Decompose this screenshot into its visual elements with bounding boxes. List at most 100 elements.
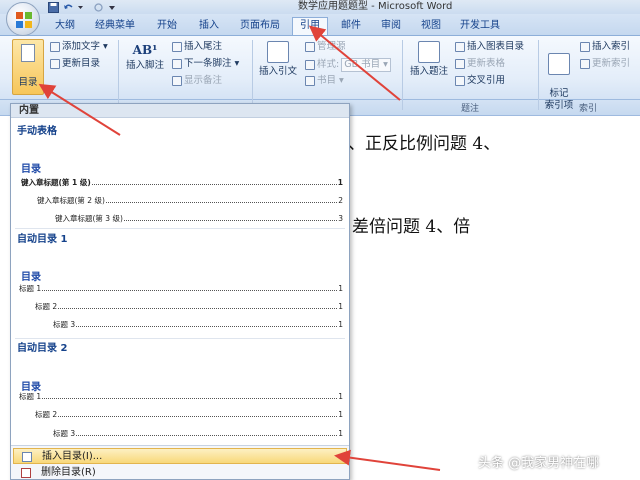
update-toc-label: 更新目录 [62, 58, 101, 69]
undo-dropdown-icon[interactable] [78, 2, 89, 13]
gallery-item-auto-toc-2[interactable]: 目录 标题 11 标题 21 标题 31 [13, 354, 347, 444]
toc-preview-line: 键入章标题(第 2 级) 2 [37, 196, 343, 205]
insert-toc-menu-item[interactable]: 插入目录(I)... [13, 448, 347, 464]
office-logo-icon [16, 12, 32, 28]
toc-preview-heading: 目录 [21, 382, 41, 393]
style-label: 样式: [317, 59, 340, 70]
update-index-icon [580, 59, 590, 69]
delete-toc-label: 删除目录(R) [41, 467, 96, 478]
insert-footnote-button[interactable]: AB¹ 插入脚注 [122, 44, 168, 72]
cross-reference-button[interactable]: 交叉引用 [455, 75, 505, 87]
citation-style-select[interactable]: 样式: GB 书目 ▾ [305, 58, 391, 72]
toc-preview-heading: 目录 [21, 164, 41, 175]
group-label-captions: 题注 [460, 104, 479, 114]
mark-entry-icon [548, 53, 570, 75]
next-footnote-button[interactable]: 下一条脚注 ▾ [172, 58, 239, 70]
document-text-line-2: 差倍问题 4、倍 [352, 217, 471, 237]
tab-references[interactable]: 引用 [292, 17, 328, 35]
undo-icon[interactable] [63, 2, 74, 13]
manage-sources-icon [305, 42, 315, 52]
watermark: 头条 @我家男神在哪 [478, 456, 600, 471]
insert-footnote-label: 插入脚注 [125, 60, 164, 71]
toc-preview-line: 标题 31 [53, 320, 343, 329]
update-table-button[interactable]: 更新表格 [455, 58, 505, 70]
toc-gallery-dropdown: 内置 手动表格 目录 键入章标题(第 1 级) 1 键入章标题(第 2 级) 2 键… [10, 103, 350, 480]
endnote-icon [172, 42, 182, 52]
group-divider [538, 40, 539, 110]
toc-preview-line: 键入章标题(第 1 级) 1 [21, 178, 343, 187]
gallery-item-auto-toc-1[interactable]: 目录 标题 11 标题 21 标题 31 [13, 246, 347, 336]
tab-review[interactable]: 审阅 [376, 18, 406, 34]
update-table-icon [455, 59, 465, 69]
tab-insert[interactable]: 插入 [194, 18, 224, 34]
caption-icon [418, 41, 440, 63]
insert-toc-icon [22, 452, 32, 462]
show-notes-button[interactable]: 显示备注 [172, 75, 222, 87]
insert-table-of-figures-label: 插入图表目录 [467, 41, 525, 52]
update-index-label: 更新索引 [592, 58, 631, 69]
next-footnote-label: 下一条脚注 ▾ [184, 58, 240, 69]
toc-icon [21, 44, 35, 62]
add-text-label: 添加文字 ▾ [62, 41, 108, 52]
add-text-button[interactable]: 添加文字 ▾ [50, 41, 108, 53]
tab-page-layout[interactable]: 页面布局 [235, 18, 285, 34]
gallery-separator [15, 228, 345, 229]
show-notes-icon [172, 76, 182, 86]
toc-preview-line: 标题 31 [53, 429, 343, 438]
save-icon[interactable] [48, 1, 59, 13]
manage-sources-button[interactable]: 管理源 [305, 41, 346, 53]
title-bar: 数学应用题题型 - Microsoft Word [0, 0, 640, 14]
tab-outline[interactable]: 大纲 [50, 18, 80, 34]
gallery-section-auto1: 自动目录 1 [17, 234, 68, 245]
tab-developer[interactable]: 开发工具 [455, 18, 505, 34]
insert-index-label: 插入索引 [592, 41, 631, 52]
insert-index-button[interactable]: 插入索引 [580, 41, 630, 53]
toc-preview-line: 标题 11 [19, 284, 343, 293]
window-title: 数学应用题题型 - Microsoft Word [298, 1, 453, 12]
toc-preview-line: 标题 21 [35, 410, 343, 419]
show-notes-label: 显示备注 [184, 75, 223, 86]
gallery-section-auto2: 自动目录 2 [17, 343, 68, 354]
delete-toc-menu-item[interactable]: 删除目录(R) [13, 465, 347, 480]
update-table-label: 更新表格 [467, 58, 506, 69]
citation-icon [267, 41, 289, 63]
update-toc-icon [50, 59, 60, 69]
add-text-icon [50, 42, 60, 52]
toc-button-label: 目录 [18, 77, 38, 88]
group-divider [118, 40, 119, 110]
insert-endnote-button[interactable]: 插入尾注 [172, 41, 222, 53]
tab-home[interactable]: 开始 [152, 18, 182, 34]
toc-button[interactable]: 目录 [12, 39, 44, 95]
group-divider [402, 40, 403, 110]
customize-qat-icon[interactable] [108, 2, 119, 13]
update-toc-button[interactable]: 更新目录 [50, 58, 100, 70]
tab-view[interactable]: 视图 [416, 18, 446, 34]
insert-citation-label: 插入引文 [258, 66, 297, 77]
style-value: GB 书目 ▾ [341, 58, 391, 72]
tab-mailings[interactable]: 邮件 [336, 18, 366, 34]
style-icon [305, 60, 315, 70]
bibliography-label: 书目 ▾ [317, 75, 344, 86]
toc-preview-line: 标题 11 [19, 392, 343, 401]
tab-classic-menu[interactable]: 经典菜单 [90, 18, 140, 34]
insert-table-of-figures-button[interactable]: 插入图表目录 [455, 41, 524, 53]
insert-citation-button[interactable]: 插入引文 [255, 41, 301, 78]
toc-preview-line: 标题 21 [35, 302, 343, 311]
next-footnote-icon [172, 59, 182, 69]
insert-index-icon [580, 42, 590, 52]
manage-sources-label: 管理源 [317, 41, 346, 52]
office-button[interactable] [6, 2, 40, 36]
document-text-line-1: 、正反比例问题 4、 [348, 134, 501, 154]
quick-access-toolbar [48, 1, 119, 13]
insert-caption-label: 插入题注 [409, 66, 448, 77]
footnote-ab-icon: AB¹ [132, 43, 158, 57]
gallery-footer: 插入目录(I)... 删除目录(R) [11, 445, 349, 479]
gallery-section-manual: 手动表格 [17, 126, 57, 137]
cross-reference-icon [455, 76, 465, 86]
gallery-item-manual-table[interactable]: 目录 键入章标题(第 1 级) 1 键入章标题(第 2 级) 2 键入章标题(第 3… [13, 138, 347, 226]
update-index-button[interactable]: 更新索引 [580, 58, 630, 70]
table-of-figures-icon [455, 42, 465, 52]
redo-icon[interactable] [93, 2, 104, 13]
bibliography-button[interactable]: 书目 ▾ [305, 75, 344, 87]
insert-caption-button[interactable]: 插入题注 [405, 41, 453, 78]
